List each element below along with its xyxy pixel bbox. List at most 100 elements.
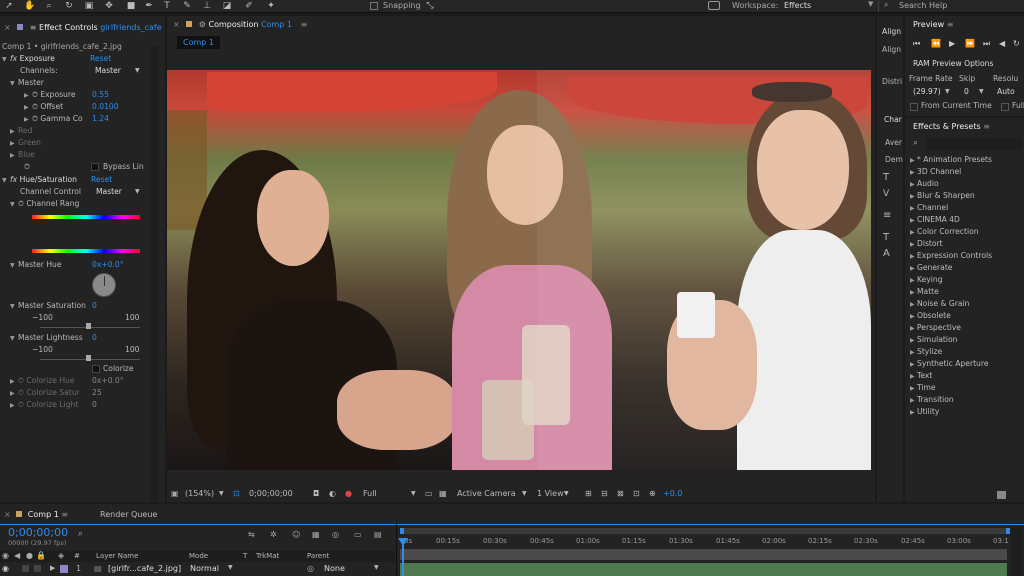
green-channel-group[interactable]: ▶ Green: [10, 137, 41, 149]
effects-category-noise-grain[interactable]: ▶ Noise & Grain: [910, 298, 969, 310]
layer-mode-dropdown-icon[interactable]: ▼: [228, 564, 233, 571]
skip-select[interactable]: 0: [964, 86, 969, 98]
next-frame-button[interactable]: ⏩: [965, 39, 975, 48]
stopwatch-icon[interactable]: ⏱: [24, 161, 30, 173]
time-ruler[interactable]: 0s 00:15s 00:30s 00:45s 01:00s 01:15s 01…: [398, 537, 1014, 549]
motion-blur-icon[interactable]: ◎: [332, 530, 339, 539]
layer-label-color[interactable]: [60, 565, 68, 573]
frame-rate-select[interactable]: (29.97): [913, 86, 941, 98]
camera-dropdown-icon[interactable]: ▼: [522, 486, 527, 502]
resolution-select[interactable]: Full: [363, 486, 377, 502]
effects-category-utility[interactable]: ▶ Utility: [910, 406, 939, 418]
saturation-slider-handle[interactable]: [86, 323, 91, 329]
work-area-bar[interactable]: [400, 528, 1010, 534]
ram-preview-options[interactable]: RAM Preview Options: [913, 58, 993, 70]
brush-tool-icon[interactable]: ✎: [182, 1, 192, 11]
effects-category-channel[interactable]: ▶ Channel: [910, 202, 948, 214]
align-tab[interactable]: Align: [882, 26, 901, 38]
layer-mode-select[interactable]: Normal: [190, 564, 219, 573]
effects-category-perspective[interactable]: ▶ Perspective: [910, 322, 961, 334]
red-channel-group[interactable]: ▶ Red: [10, 125, 32, 137]
master-saturation-value[interactable]: 0: [92, 300, 97, 312]
colorize-checkbox[interactable]: [92, 365, 100, 373]
hue-reset-link[interactable]: Reset: [91, 174, 112, 186]
composition-tab[interactable]: × ⚙ Composition Comp 1 ≡: [173, 18, 307, 32]
layer-lock-toggle[interactable]: [34, 565, 41, 572]
layer-solo-toggle[interactable]: [22, 565, 29, 572]
snapping-checkbox[interactable]: [370, 2, 378, 10]
channel-control-select[interactable]: Master: [96, 186, 122, 198]
effects-category-obsolete[interactable]: ▶ Obsolete: [910, 310, 951, 322]
selection-tool-icon[interactable]: ➚: [4, 1, 14, 11]
timeline-comp-tab[interactable]: × Comp 1 ≡: [4, 508, 68, 522]
colorize-saturation-value[interactable]: 25: [92, 387, 102, 399]
effects-category-time[interactable]: ▶ Time: [910, 382, 936, 394]
channel-control-dropdown-icon[interactable]: ▼: [135, 186, 140, 198]
clone-stamp-tool-icon[interactable]: ⊥: [202, 1, 212, 11]
effects-category-synthetic-aperture[interactable]: ▶ Synthetic Aperture: [910, 358, 989, 370]
full-screen-checkbox[interactable]: [1001, 103, 1009, 111]
effects-category-color-correction[interactable]: ▶ Color Correction: [910, 226, 979, 238]
character-tab[interactable]: Char: [884, 114, 902, 126]
effects-category-simulation[interactable]: ▶ Simulation: [910, 334, 957, 346]
effects-presets-tab[interactable]: Effects & Presets ≡: [913, 120, 990, 134]
exposure-effect-header[interactable]: ▼ fx Exposure: [2, 53, 55, 65]
region-of-interest-icon[interactable]: ▭: [425, 486, 433, 502]
transparency-grid-icon[interactable]: ▦: [439, 486, 447, 502]
resolution-select[interactable]: Auto: [997, 86, 1015, 98]
exposure-reset-icon[interactable]: ⊕: [649, 486, 656, 502]
zoom-select[interactable]: (154%): [185, 486, 214, 502]
layer-duration-bar[interactable]: [400, 563, 1007, 576]
skip-dropdown-icon[interactable]: ▼: [979, 86, 984, 98]
exposure-value[interactable]: +0.0: [663, 486, 682, 502]
view-dropdown-icon[interactable]: ▼: [564, 486, 569, 502]
exposure-value[interactable]: 0.55: [92, 89, 109, 101]
master-hue-group[interactable]: ▼ Master Hue: [10, 259, 62, 271]
frame-rate-dropdown-icon[interactable]: ▼: [945, 86, 950, 98]
snap-icon[interactable]: ⤡: [425, 1, 435, 11]
effect-controls-tab[interactable]: × ≡ Effect Controls girlfriends_cafe: [4, 21, 162, 35]
effects-category-expression-controls[interactable]: ▶ Expression Controls: [910, 250, 992, 262]
first-frame-button[interactable]: ⏮: [913, 39, 920, 49]
from-current-checkbox[interactable]: [910, 103, 918, 111]
lightness-slider-handle[interactable]: [86, 355, 91, 361]
colorize-lightness-value[interactable]: 0: [92, 399, 97, 411]
zoom-dropdown-icon[interactable]: ▼: [219, 486, 224, 502]
effects-category-transition[interactable]: ▶ Transition: [910, 394, 954, 406]
effects-search-icon[interactable]: ⌕: [913, 138, 918, 148]
resolution-dropdown-icon[interactable]: ▼: [411, 486, 416, 502]
master-lightness-value[interactable]: 0: [92, 332, 97, 344]
comp-1-subtab[interactable]: Comp 1: [177, 36, 220, 49]
loop-icon[interactable]: ↻: [1013, 39, 1020, 48]
work-area-start-handle[interactable]: [400, 528, 404, 534]
frame-blending-icon[interactable]: ▦: [312, 530, 320, 539]
view-layout-select[interactable]: 1 View: [537, 486, 564, 502]
font-weight-field[interactable]: Dem: [885, 154, 903, 166]
camera-tool-icon[interactable]: ▣: [84, 1, 94, 11]
effects-search-input[interactable]: [925, 138, 1021, 150]
last-frame-button[interactable]: ⏭: [983, 39, 990, 49]
toggle-pixel-aspect-icon[interactable]: ⊞: [585, 486, 592, 502]
pen-tool-icon[interactable]: ✒: [144, 1, 154, 11]
magnifier-icon[interactable]: ▣: [171, 486, 179, 502]
current-time-display[interactable]: 0;00;00;00: [249, 486, 293, 502]
timeline-search-icon[interactable]: ⌕: [78, 529, 83, 539]
layer-name[interactable]: [girlfr...cafe_2.jpg]: [108, 564, 181, 573]
font-size-icon[interactable]: T: [883, 172, 889, 184]
fast-previews-icon[interactable]: ⊟: [601, 486, 608, 502]
layer-parent-dropdown-icon[interactable]: ▼: [374, 564, 379, 571]
pan-behind-tool-icon[interactable]: ✥: [104, 1, 114, 11]
effects-category-distort[interactable]: ▶ Distort: [910, 238, 943, 250]
workspace-select[interactable]: Effects: [784, 1, 811, 10]
puppet-pin-tool-icon[interactable]: ✦: [266, 1, 276, 11]
graph-editor-icon[interactable]: ▭: [354, 530, 362, 539]
effects-category-animation-presets[interactable]: ▶ * Animation Presets: [910, 154, 992, 166]
effects-category-generate[interactable]: ▶ Generate: [910, 262, 952, 274]
rectangle-tool-icon[interactable]: ■: [126, 1, 136, 11]
work-area-end-handle[interactable]: [1006, 528, 1010, 534]
zoom-tool-icon[interactable]: ⌕: [44, 1, 54, 11]
effects-category-matte[interactable]: ▶ Matte: [910, 286, 939, 298]
brainstorm-icon[interactable]: ▤: [374, 530, 382, 539]
show-snapshot-icon[interactable]: ◐: [329, 486, 336, 502]
blue-channel-group[interactable]: ▶ Blue: [10, 149, 35, 161]
